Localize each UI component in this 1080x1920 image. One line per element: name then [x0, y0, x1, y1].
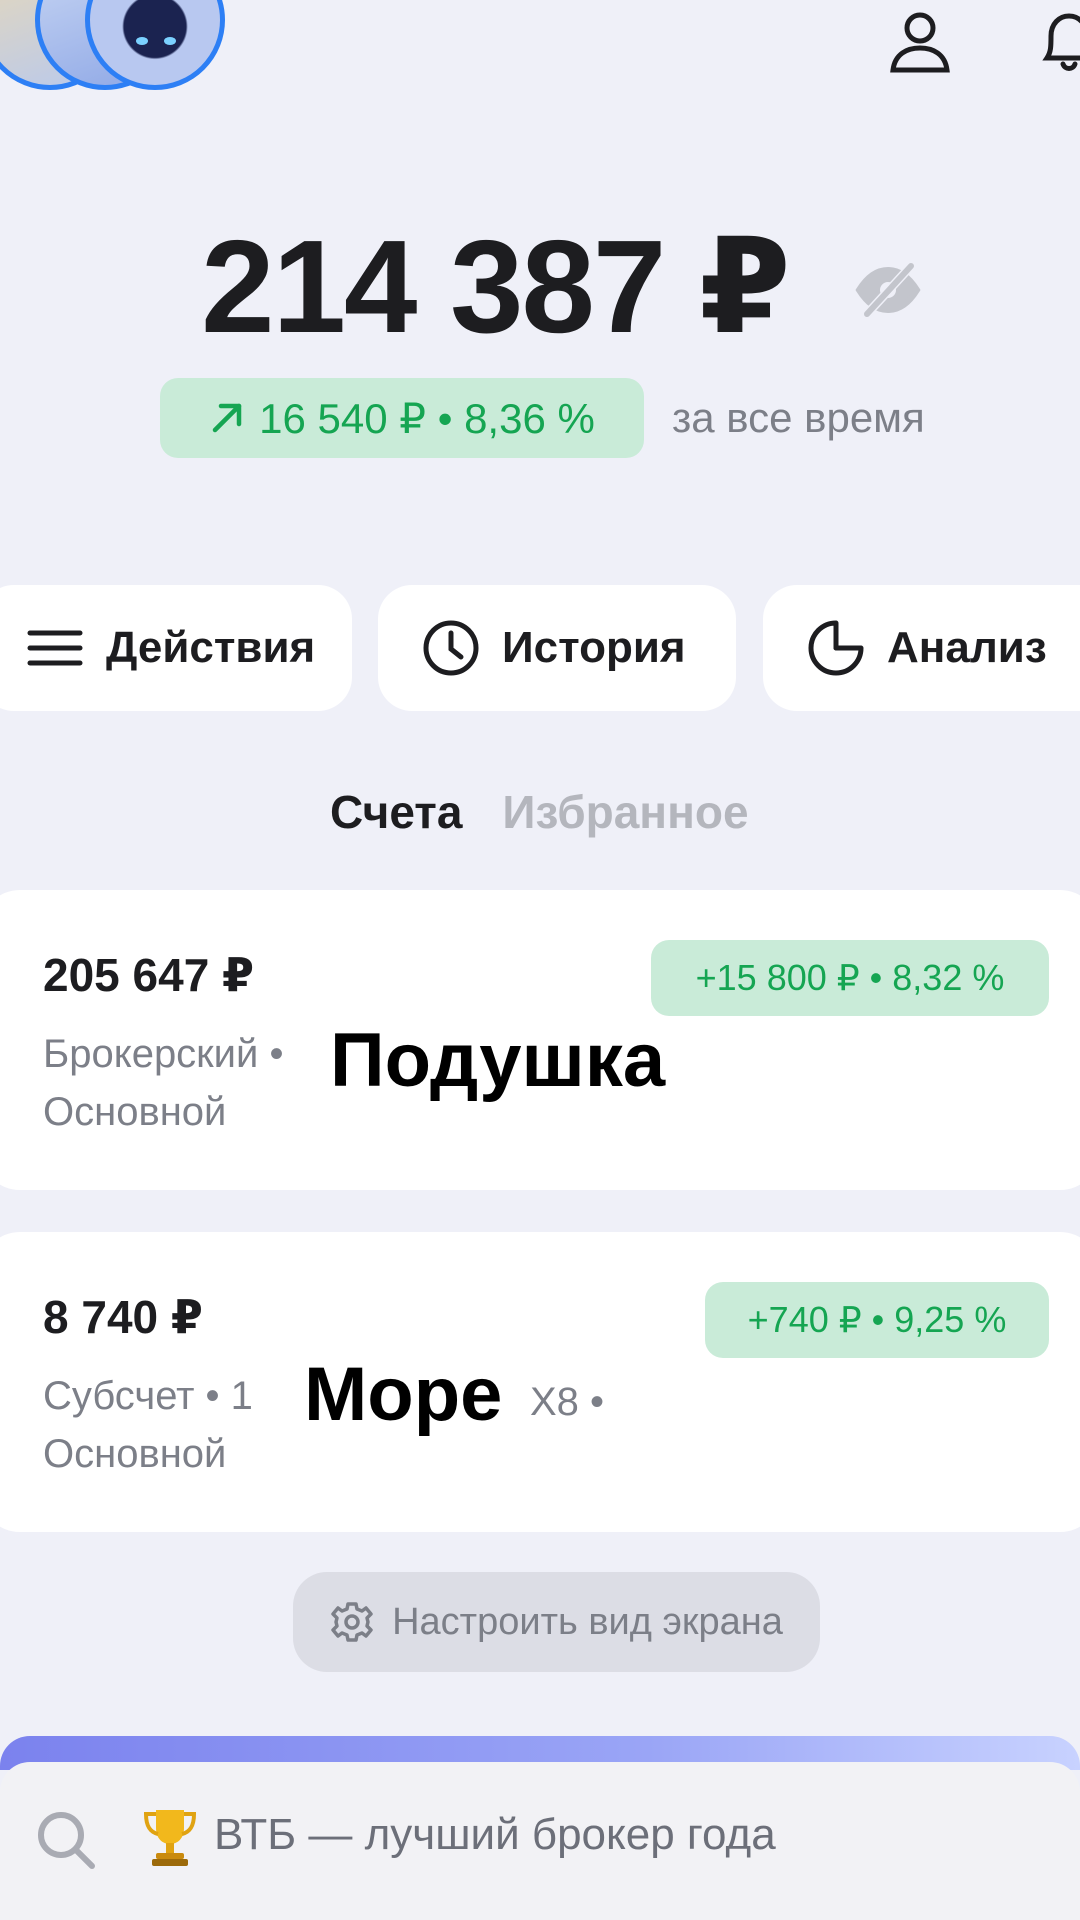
actions-button-label: Действия [106, 623, 316, 672]
pie-chart-icon [808, 620, 864, 676]
trophy-icon [143, 1810, 197, 1866]
analysis-button[interactable]: Анализ [763, 585, 1080, 711]
eye-off-icon[interactable] [855, 260, 921, 320]
history-button[interactable]: История [378, 585, 736, 711]
account-type: Брокерский • Основной [43, 1032, 284, 1134]
gear-icon [331, 1602, 373, 1642]
account-extra: X8 • [530, 1380, 605, 1424]
account-name-overlay: Море [304, 1352, 503, 1437]
history-button-label: История [502, 623, 686, 672]
account-tabs: Счета Избранное [330, 785, 749, 839]
balance-change-row: 16 540 ₽ • 8,36 % за все время [160, 378, 925, 458]
account-type: Субсчет • 1 Основной [43, 1374, 253, 1476]
robot-eye [136, 37, 148, 45]
tab-accounts[interactable]: Счета [330, 785, 462, 839]
account-card[interactable]: 8 740 ₽ +740 ₽ • 9,25 % Субсчет • 1 Осно… [0, 1232, 1080, 1532]
total-balance: 214 387 ₽ [201, 213, 791, 360]
search-promo-text: ВТБ — лучший брокер года [214, 1810, 776, 1859]
search-bar[interactable]: ВТБ — лучший брокер года [0, 1762, 1080, 1920]
clock-icon [423, 620, 479, 676]
analysis-button-label: Анализ [887, 623, 1047, 672]
balance-change-badge: 16 540 ₽ • 8,36 % [160, 378, 644, 458]
account-amount: 205 647 ₽ [43, 949, 255, 1001]
account-change-badge: +15 800 ₽ • 8,32 % [651, 940, 1049, 1016]
profile-icon[interactable] [885, 6, 955, 76]
action-buttons: Действия История Анализ [0, 585, 1080, 711]
customize-screen-button[interactable]: Настроить вид экрана [293, 1572, 820, 1672]
arrow-up-right-icon [212, 403, 242, 433]
robot-eye [164, 37, 176, 45]
tab-favorites[interactable]: Избранное [502, 785, 748, 839]
account-name-overlay: Подушка [330, 1018, 666, 1103]
account-change-badge: +740 ₽ • 9,25 % [705, 1282, 1049, 1358]
customize-screen-label: Настроить вид экрана [392, 1600, 783, 1643]
balance-section: 214 387 ₽ [0, 210, 1080, 364]
balance-change-text: 16 540 ₽ • 8,36 % [259, 394, 595, 442]
search-icon [38, 1812, 95, 1869]
account-amount: 8 740 ₽ [43, 1291, 203, 1343]
change-period: за все время [672, 394, 925, 441]
avatar-group[interactable] [0, 0, 240, 100]
actions-button[interactable]: Действия [0, 585, 352, 711]
bell-icon[interactable] [1035, 6, 1080, 76]
menu-icon [27, 630, 83, 666]
account-card[interactable]: 205 647 ₽ +15 800 ₽ • 8,32 % Брокерский … [0, 890, 1080, 1190]
